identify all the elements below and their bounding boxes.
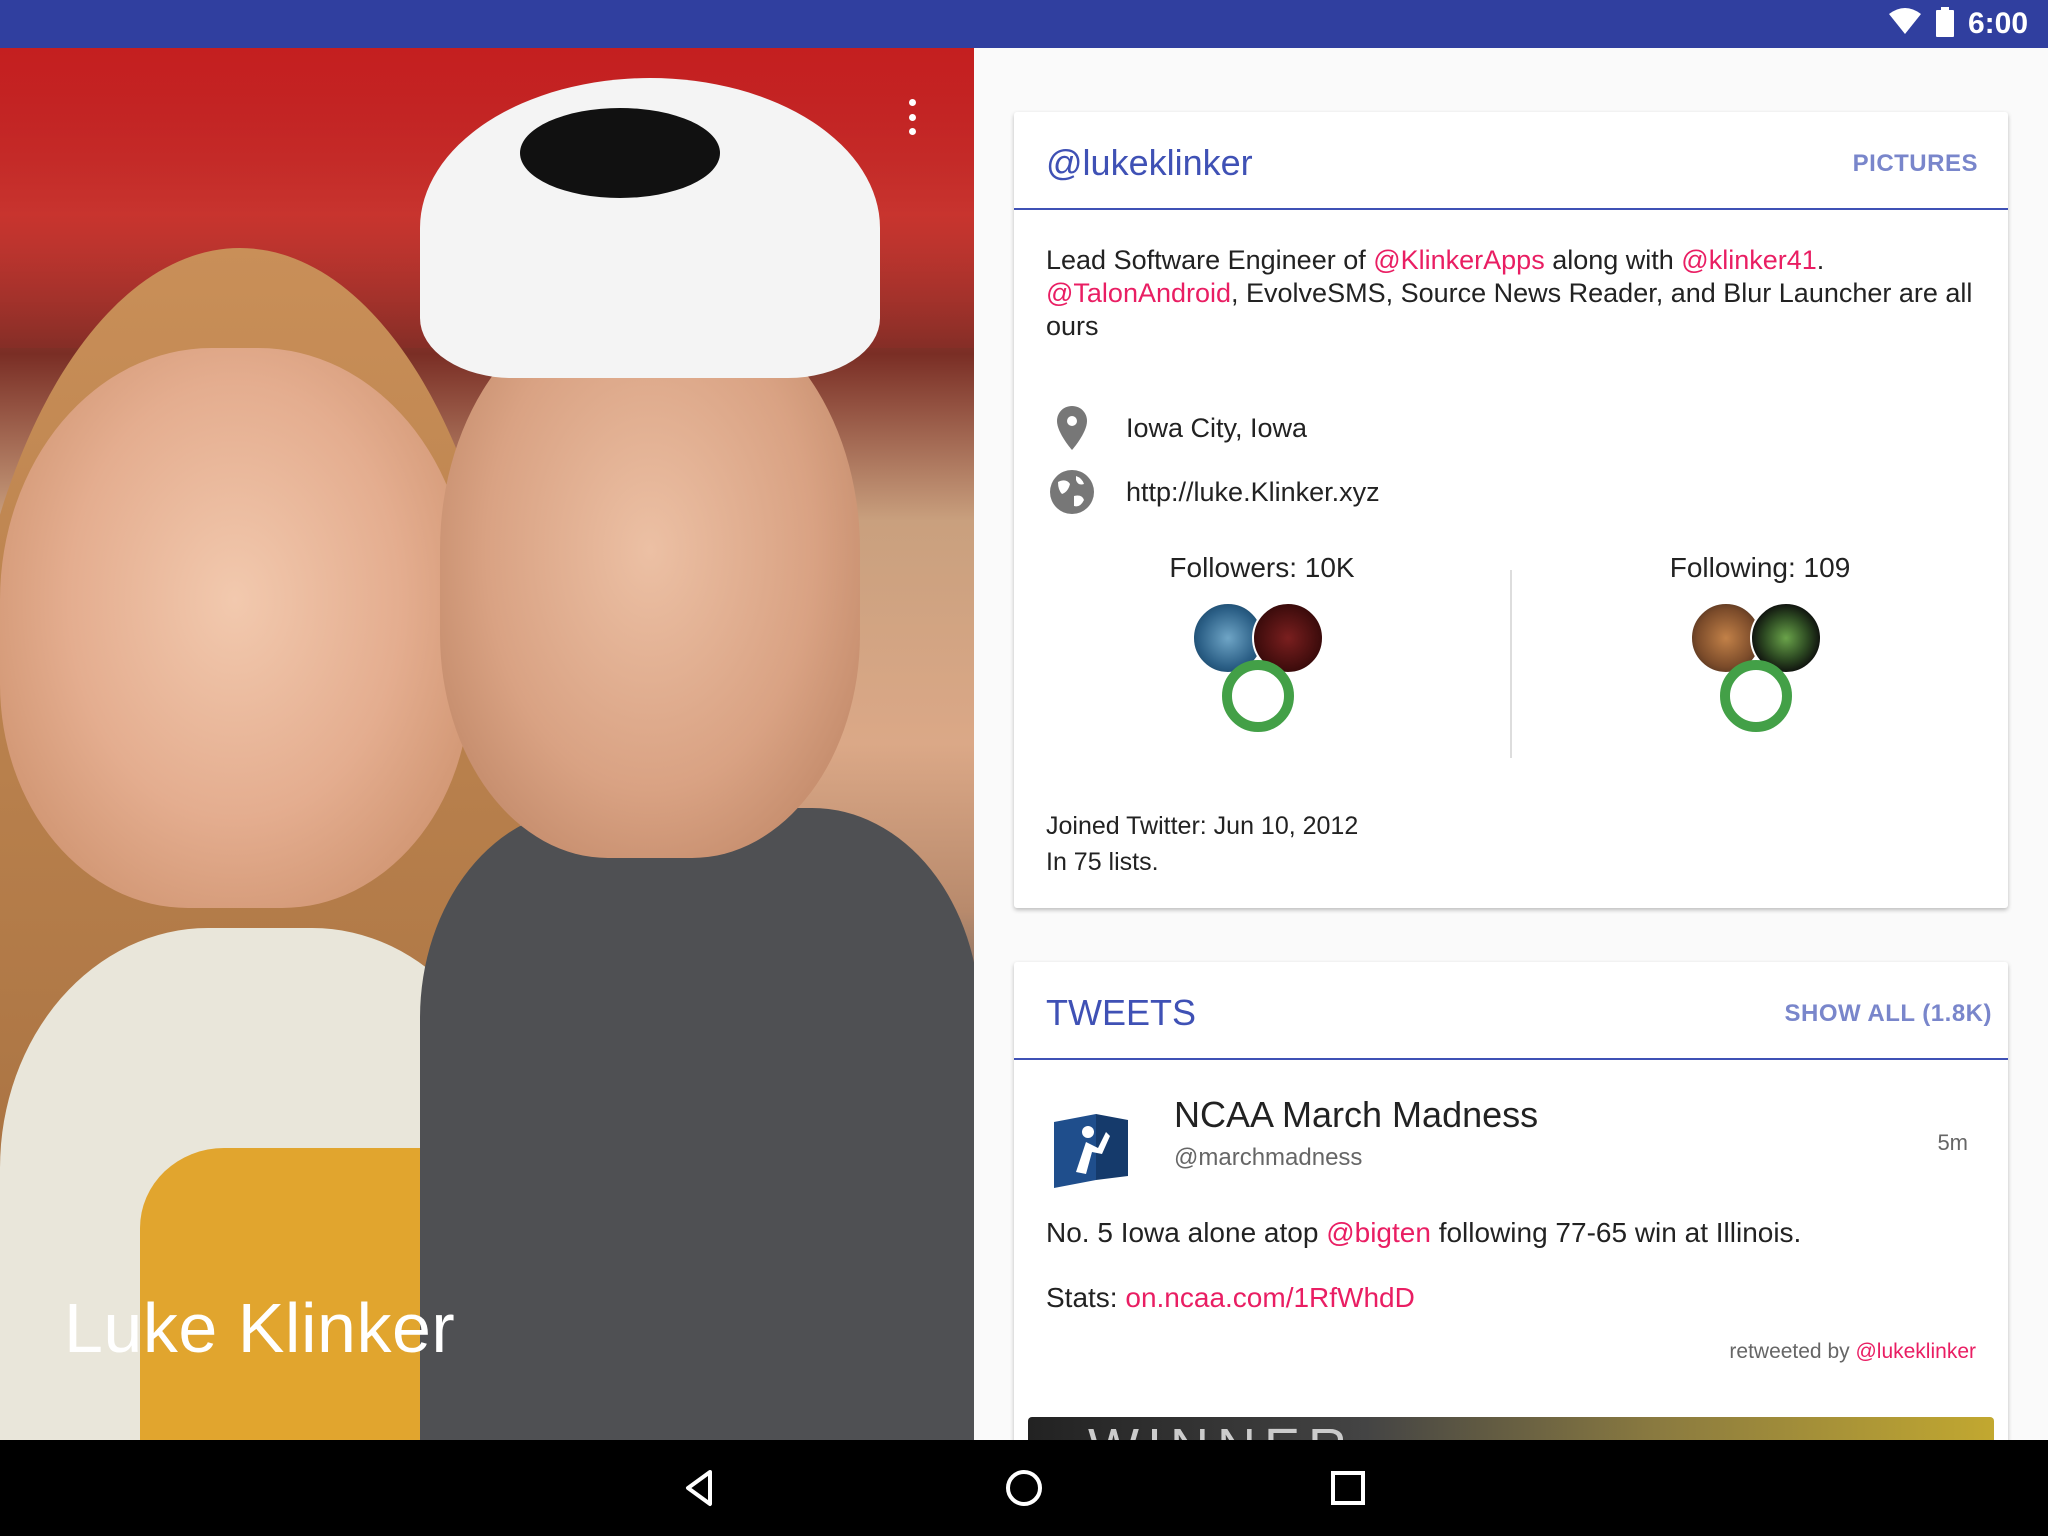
following-avatars bbox=[1690, 602, 1830, 742]
tweet-url-link[interactable]: on.ncaa.com/1RfWhdD bbox=[1125, 1282, 1414, 1313]
website-row[interactable]: http://luke.Klinker.xyz bbox=[1046, 466, 1380, 518]
follower-avatars bbox=[1192, 602, 1332, 742]
avatar bbox=[1222, 660, 1294, 732]
more-vert-icon[interactable] bbox=[900, 93, 924, 141]
profile-card: @lukeklinker PICTURES Lead Software Engi… bbox=[1014, 112, 2008, 908]
tweet-author-name[interactable]: NCAA March Madness bbox=[1174, 1094, 1538, 1136]
show-all-tweets-button[interactable]: SHOW ALL (1.8K) bbox=[1784, 1000, 1992, 1028]
navigation-bar bbox=[0, 1440, 2048, 1536]
status-time: 6:00 bbox=[1967, 7, 2028, 40]
location-text: Iowa City, Iowa bbox=[1126, 412, 1308, 443]
recents-icon[interactable] bbox=[1324, 1464, 1372, 1512]
photo-shape bbox=[420, 808, 974, 1440]
avatar bbox=[1720, 660, 1792, 732]
tweets-card: TWEETS SHOW ALL (1.8K) NCAA March Madnes… bbox=[1014, 962, 2008, 1440]
tweet-media-image[interactable]: WINNER bbox=[1028, 1417, 1994, 1440]
bio-text: along with bbox=[1544, 245, 1682, 275]
tweets-title: TWEETS bbox=[1046, 992, 1196, 1033]
profile-handle: @lukeklinker bbox=[1046, 142, 1253, 183]
tweet-text-segment: Stats: bbox=[1046, 1282, 1126, 1313]
back-icon[interactable] bbox=[676, 1464, 724, 1512]
tweet-text-segment: No. 5 Iowa alone atop bbox=[1046, 1217, 1327, 1248]
tweets-card-header: TWEETS SHOW ALL (1.8K) bbox=[1014, 962, 2008, 1060]
tweet-stats-line: Stats: on.ncaa.com/1RfWhdD bbox=[1046, 1282, 1415, 1314]
following-section[interactable]: Following: 109 bbox=[1512, 552, 2008, 742]
battery-icon bbox=[1935, 6, 1954, 42]
photo-shape bbox=[0, 348, 470, 908]
tweet-timestamp: 5m bbox=[1937, 1130, 1968, 1155]
photo-shape bbox=[520, 108, 720, 198]
retweeted-label: retweeted by bbox=[1729, 1340, 1856, 1363]
bio-mention-link[interactable]: @TalonAndroid bbox=[1046, 278, 1231, 308]
tweet-author-handle[interactable]: @marchmadness bbox=[1174, 1144, 1362, 1172]
bio-mention-link[interactable]: @KlinkerApps bbox=[1373, 245, 1544, 275]
profile-card-header: @lukeklinker PICTURES bbox=[1014, 112, 2008, 210]
website-link[interactable]: http://luke.Klinker.xyz bbox=[1126, 477, 1380, 508]
retweeted-by: retweeted by @lukeklinker bbox=[1729, 1340, 1976, 1364]
following-count: Following: 109 bbox=[1669, 552, 1851, 583]
status-bar: 6:00 bbox=[0, 0, 2048, 48]
profile-banner-photo[interactable]: Luke Klinker bbox=[0, 48, 974, 1440]
profile-name: Luke Klinker bbox=[64, 1289, 456, 1367]
bio-mention-link[interactable]: @klinker41 bbox=[1681, 245, 1816, 275]
profile-joined-info: Joined Twitter: Jun 10, 2012 In 75 lists… bbox=[1046, 808, 1358, 880]
home-icon[interactable] bbox=[1000, 1464, 1048, 1512]
photo-shape bbox=[440, 298, 860, 858]
bio-text: . bbox=[1816, 245, 1825, 275]
profile-details-panel[interactable]: @lukeklinker PICTURES Lead Software Engi… bbox=[974, 48, 2048, 1440]
followers-section[interactable]: Followers: 10K bbox=[1014, 552, 1510, 742]
joined-date: Joined Twitter: Jun 10, 2012 bbox=[1046, 812, 1359, 840]
tweet-mention-link[interactable]: @bigten bbox=[1326, 1217, 1431, 1248]
location-row: Iowa City, Iowa bbox=[1046, 402, 1307, 454]
retweeted-user-link[interactable]: @lukeklinker bbox=[1855, 1340, 1976, 1363]
tweet-text: No. 5 Iowa alone atop @bigten following … bbox=[1046, 1216, 1976, 1250]
profile-bio: Lead Software Engineer of @KlinkerApps a… bbox=[1046, 244, 1986, 343]
bio-text: Lead Software Engineer of bbox=[1046, 245, 1374, 275]
wifi-icon bbox=[1888, 7, 1922, 41]
tweet-media-text: WINNER bbox=[1088, 1417, 1355, 1440]
globe-icon bbox=[1046, 466, 1098, 518]
tweet-text-segment: following 77-65 win at Illinois. bbox=[1430, 1217, 1802, 1248]
tweet-author-avatar[interactable] bbox=[1046, 1102, 1136, 1192]
status-icons: 6:00 bbox=[1888, 0, 2028, 48]
lists-count: In 75 lists. bbox=[1046, 848, 1159, 876]
followers-count: Followers: 10K bbox=[1169, 552, 1355, 583]
pictures-button[interactable]: PICTURES bbox=[1853, 150, 1978, 178]
location-pin-icon bbox=[1046, 402, 1098, 454]
